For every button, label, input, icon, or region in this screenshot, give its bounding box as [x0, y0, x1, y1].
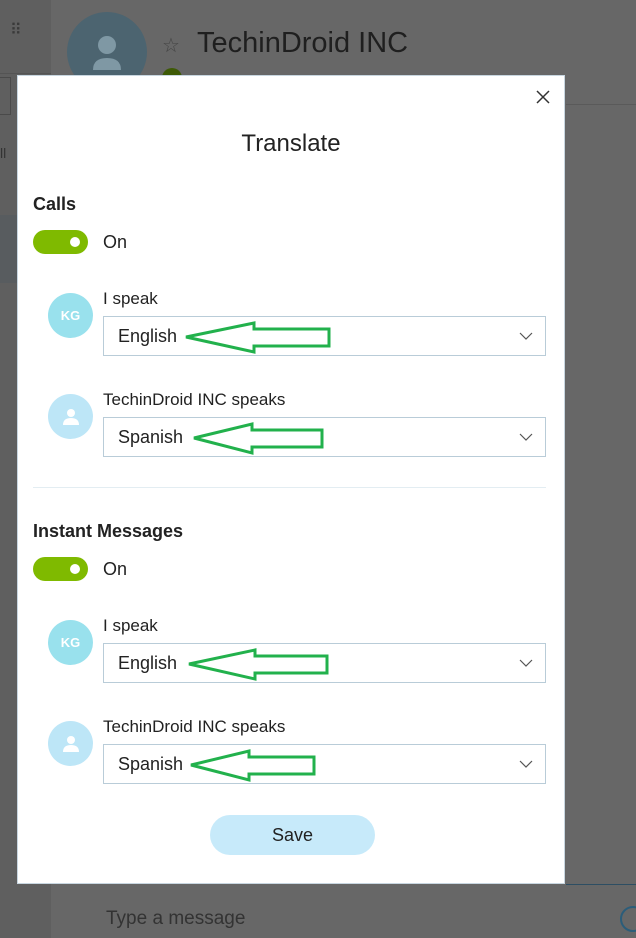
im-i-speak-label: I speak	[103, 616, 158, 635]
emoji-icon[interactable]	[620, 906, 636, 932]
message-input[interactable]: Type a message	[106, 908, 245, 930]
my-avatar: KG	[48, 293, 93, 338]
compose-divider	[566, 884, 636, 885]
selected-language: English	[118, 326, 178, 346]
calls-toggle[interactable]	[33, 230, 88, 254]
chevron-down-icon	[519, 332, 533, 340]
calls-toggle-label: On	[103, 232, 128, 252]
user-icon	[62, 408, 79, 425]
my-avatar: KG	[48, 620, 93, 665]
calls-i-speak-label: I speak	[103, 289, 158, 308]
sidebar-search-box[interactable]	[0, 77, 11, 115]
dialog-title: Translate	[241, 130, 341, 157]
chevron-down-icon	[519, 760, 533, 768]
save-button[interactable]: Save	[210, 815, 375, 855]
favorite-star-icon[interactable]: ☆	[162, 33, 180, 58]
chevron-down-icon	[519, 433, 533, 441]
im-contact-speaks-label: TechinDroid INC speaks	[103, 717, 286, 736]
section-divider	[33, 487, 546, 488]
user-icon	[62, 735, 79, 752]
chevron-down-icon	[519, 659, 533, 667]
im-toggle[interactable]	[33, 557, 88, 581]
selected-language: English	[118, 653, 178, 673]
im-my-language-select[interactable]: English	[103, 643, 546, 683]
calls-contact-language-select[interactable]: Spanish	[103, 417, 546, 457]
selected-language: Spanish	[118, 754, 184, 774]
selected-language: Spanish	[118, 427, 184, 447]
im-heading: Instant Messages	[33, 521, 184, 541]
annotation-arrow	[185, 321, 331, 354]
calls-heading: Calls	[33, 194, 77, 214]
annotation-arrow	[188, 648, 329, 681]
calls-my-language-select[interactable]: English	[103, 316, 546, 356]
contact-avatar-small	[48, 394, 93, 439]
close-icon	[536, 90, 550, 104]
dialpad-icon[interactable]: ⠿	[10, 20, 28, 40]
annotation-arrow	[190, 749, 316, 782]
sidebar-text-fragment: ll	[0, 145, 7, 161]
calls-contact-speaks-label: TechinDroid INC speaks	[103, 390, 286, 409]
close-button[interactable]	[532, 86, 554, 108]
contact-name: TechinDroid INC	[197, 27, 409, 59]
im-contact-language-select[interactable]: Spanish	[103, 744, 546, 784]
toggle-knob	[70, 564, 80, 574]
contact-avatar-small	[48, 721, 93, 766]
im-toggle-label: On	[103, 559, 128, 579]
sidebar-divider	[0, 73, 51, 74]
translate-dialog: Translate Calls On KG I speak English Te…	[17, 75, 565, 884]
toggle-knob	[70, 237, 80, 247]
header-divider	[566, 104, 636, 105]
annotation-arrow	[193, 422, 324, 455]
